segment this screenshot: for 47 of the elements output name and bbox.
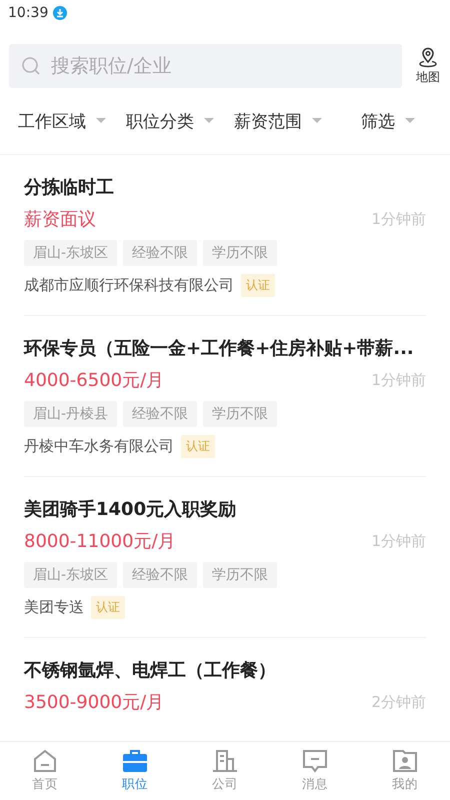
map-button[interactable]: 地图 — [416, 46, 440, 86]
caret-icon — [405, 118, 415, 124]
nav-tab[interactable]: 职位 — [90, 742, 180, 800]
caret-icon — [312, 118, 322, 124]
salary-text: 8000-11000元/月 — [24, 530, 176, 553]
salary-text: 4000-6500元/月 — [24, 369, 164, 392]
filter-dropdown[interactable]: 职位分类 — [118, 110, 226, 132]
profile-folder-icon — [392, 749, 418, 773]
filter-dropdown[interactable]: 工作区域 — [10, 110, 118, 132]
job-title[interactable]: 分拣临时工 — [24, 175, 426, 199]
building-icon — [212, 749, 238, 773]
post-time: 2分钟前 — [371, 692, 426, 712]
caret-icon — [96, 118, 106, 124]
job-title[interactable]: 美团骑手1400元入职奖励 — [24, 497, 426, 521]
briefcase-icon — [122, 749, 148, 773]
download-icon — [53, 6, 68, 20]
job-tag: 经验不限 — [123, 562, 198, 588]
post-time: 1分钟前 — [371, 210, 426, 228]
status-time: 10:39 — [8, 5, 48, 21]
salary-text: 3500-9000元/月 — [24, 691, 164, 714]
filter-dropdown[interactable]: 筛选 — [334, 110, 442, 132]
verified-badge: 认证 — [91, 596, 125, 619]
post-time: 1分钟前 — [371, 532, 426, 550]
job-tag: 眉山-东坡区 — [24, 240, 118, 266]
caret-icon — [204, 118, 214, 124]
job-tag: 眉山-东坡区 — [24, 562, 118, 588]
job-title[interactable]: 不锈钢氩焊、电焊工（工作餐） — [24, 658, 426, 682]
search-icon — [21, 56, 41, 76]
company-name: 丹棱中车水务有限公司 — [24, 437, 174, 456]
job-tag: 经验不限 — [123, 240, 198, 266]
filter-dropdown[interactable]: 薪资范围 — [226, 110, 334, 132]
chat-icon — [302, 749, 328, 773]
company-name: 成都市应顺行环保科技有限公司 — [24, 276, 234, 295]
verified-badge: 认证 — [241, 274, 275, 297]
map-pin-icon — [417, 46, 439, 68]
post-time: 1分钟前 — [371, 370, 426, 390]
job-tag: 眉山-丹棱县 — [24, 401, 118, 427]
salary-text: 薪资面议 — [24, 208, 96, 231]
verified-badge: 认证 — [181, 435, 215, 458]
job-title[interactable]: 环保专员（五险一金+工作餐+住房补贴+带薪... — [24, 336, 426, 360]
home-icon — [32, 749, 58, 773]
job-tag: 学历不限 — [203, 401, 278, 427]
job-tag: 学历不限 — [203, 562, 278, 588]
job-tag: 经验不限 — [123, 401, 198, 427]
company-name: 美团专送 — [24, 598, 84, 617]
job-tag: 学历不限 — [203, 240, 278, 266]
search-field[interactable]: 搜索职位/企业 — [9, 44, 402, 88]
